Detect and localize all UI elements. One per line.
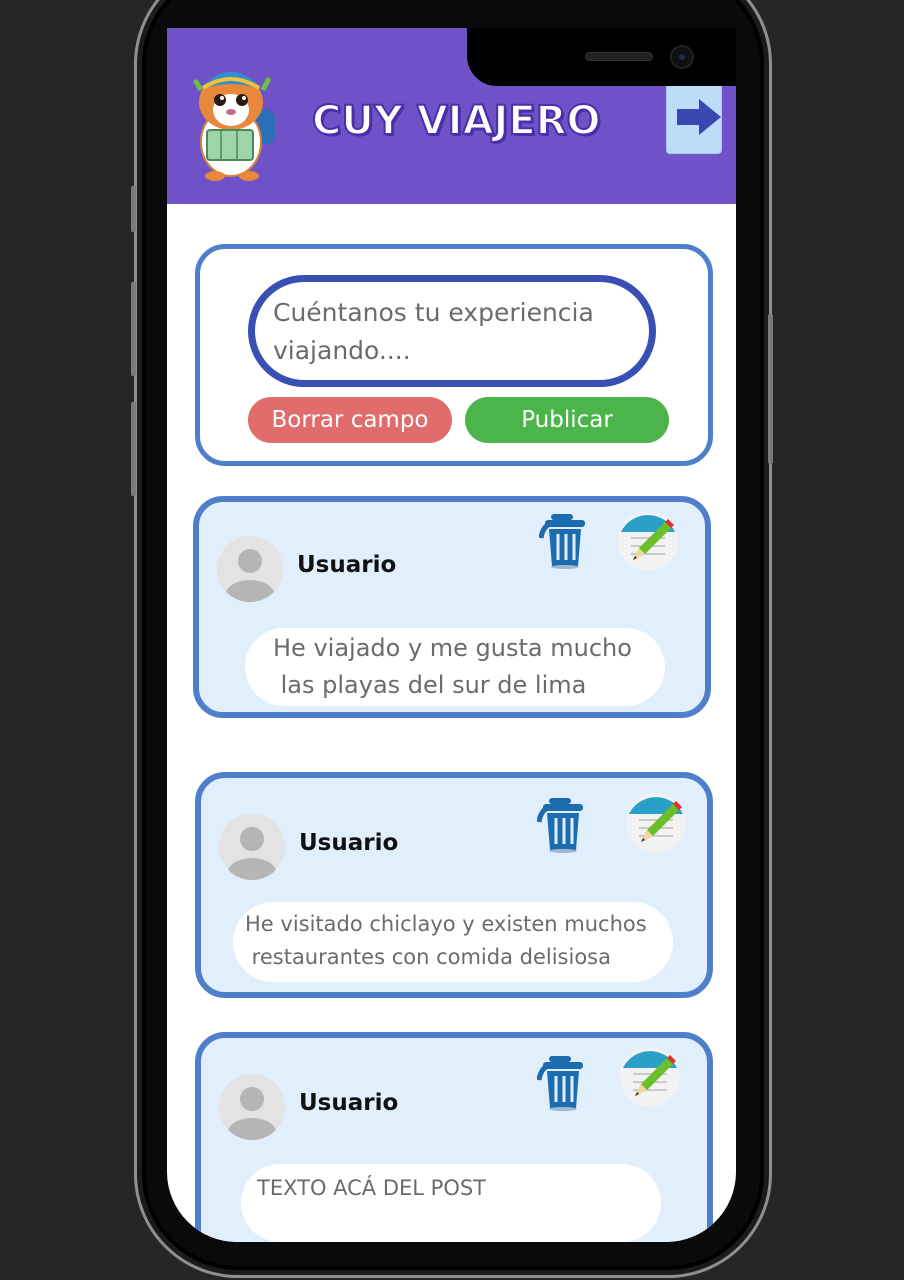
- app-title: CUY VIAJERO: [311, 97, 602, 145]
- avatar: [219, 1074, 285, 1140]
- post-text-line: TEXTO ACÁ DEL POST: [257, 1176, 487, 1200]
- clear-field-button[interactable]: Borrar campo: [248, 397, 452, 443]
- post-text-line: las playas del sur de lima: [273, 671, 587, 699]
- post-card: Usuario TEXTO ACÁ DEL POST: [195, 1032, 713, 1242]
- post-text-bubble: He visitado chiclayo y existen muchos re…: [233, 902, 673, 982]
- avatar: [217, 536, 283, 602]
- logout-button[interactable]: [666, 78, 722, 154]
- post-text-bubble: He viajado y me gusta mucho las playas d…: [245, 628, 665, 706]
- guinea-pig-mascot-icon: [192, 72, 275, 181]
- phone-power-button: [768, 314, 773, 464]
- app-screen: CUY VIAJERO Cuéntanos tu experiencia via…: [167, 28, 736, 1242]
- trash-icon[interactable]: [537, 794, 593, 854]
- edit-pencil-icon[interactable]: [625, 792, 687, 854]
- trash-icon[interactable]: [537, 1052, 593, 1112]
- experience-input-placeholder: Cuéntanos tu experiencia viajando....: [273, 298, 594, 365]
- user-avatar-icon: [228, 1087, 276, 1140]
- post-username: Usuario: [299, 830, 399, 856]
- edit-pencil-icon[interactable]: [617, 510, 679, 572]
- post-composer-card: Cuéntanos tu experiencia viajando.... Bo…: [195, 244, 713, 466]
- phone-side-button: [131, 186, 136, 232]
- trash-icon[interactable]: [539, 510, 595, 570]
- post-text-bubble: TEXTO ACÁ DEL POST: [241, 1164, 661, 1242]
- experience-input[interactable]: Cuéntanos tu experiencia viajando....: [248, 275, 656, 387]
- post-username: Usuario: [299, 1090, 399, 1116]
- avatar: [219, 814, 285, 880]
- post-card: Usuario He viajado y me gusta mucho las …: [193, 496, 711, 718]
- post-text-line: restaurantes con comida delisiosa: [245, 945, 611, 969]
- post-text-line: He viajado y me gusta mucho: [273, 634, 632, 662]
- publish-button[interactable]: Publicar: [465, 397, 669, 443]
- user-avatar-icon: [226, 549, 274, 602]
- edit-pencil-icon[interactable]: [619, 1046, 681, 1108]
- phone-volume-up: [131, 282, 136, 376]
- post-username: Usuario: [297, 552, 397, 578]
- arrow-right-icon: [677, 99, 721, 135]
- post-text-line: He visitado chiclayo y existen muchos: [245, 912, 647, 936]
- phone-volume-down: [131, 402, 136, 496]
- user-avatar-icon: [228, 827, 276, 880]
- post-card: Usuario He visitado chiclayo y existen m…: [195, 772, 713, 998]
- front-camera: [670, 45, 694, 69]
- phone-notch: [467, 28, 736, 86]
- speaker-grille: [585, 52, 653, 61]
